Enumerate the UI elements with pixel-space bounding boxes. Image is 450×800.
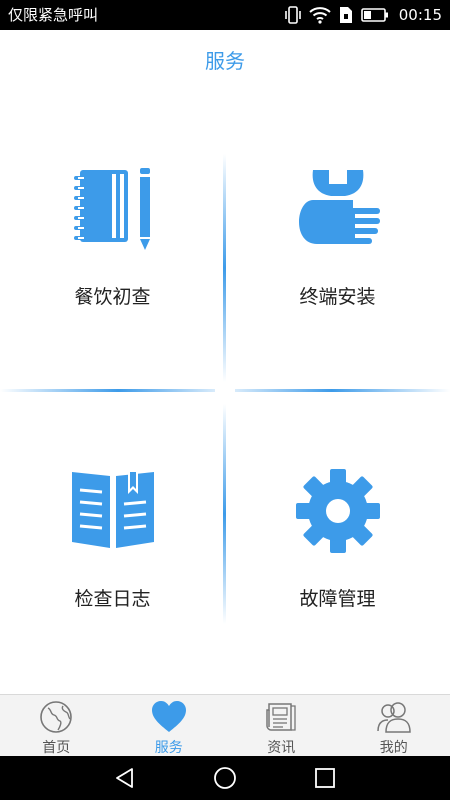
status-time: 00:15 — [398, 6, 442, 24]
grid-item-label: 餐饮初查 — [74, 286, 151, 308]
carrier-status-text: 仅限紧急呼叫 — [8, 6, 99, 24]
system-nav-bar — [0, 756, 450, 800]
gear-icon — [295, 469, 380, 553]
hand-wrench-icon — [298, 170, 380, 244]
globe-icon — [40, 701, 73, 733]
grid-item-label: 故障管理 — [299, 588, 376, 610]
sim-icon — [339, 7, 352, 23]
users-icon — [377, 702, 411, 733]
service-grid: 餐饮初查 终端安装 检查日志 故障管理 — [0, 94, 450, 694]
status-bar: 仅限紧急呼叫 00:15 — [0, 0, 450, 30]
tab-label: 资讯 — [267, 740, 296, 756]
tab-mine[interactable]: 我的 — [338, 695, 450, 756]
grid-item-fault-management[interactable]: 故障管理 — [225, 394, 450, 694]
grid-item-catering-inspection[interactable]: 餐饮初查 — [0, 94, 225, 394]
notebook-pencil-icon — [73, 168, 150, 250]
vibrate-icon — [284, 6, 301, 24]
grid-item-inspection-log[interactable]: 检查日志 — [0, 394, 225, 694]
open-book-icon — [71, 470, 154, 548]
tab-home[interactable]: 首页 — [0, 695, 113, 756]
grid-item-label: 终端安装 — [299, 286, 376, 308]
wifi-icon — [309, 7, 331, 24]
tab-service[interactable]: 服务 — [113, 695, 226, 756]
tab-label: 首页 — [42, 740, 71, 756]
grid-item-terminal-install[interactable]: 终端安装 — [225, 94, 450, 394]
tab-label: 服务 — [154, 740, 183, 756]
home-icon[interactable] — [213, 766, 237, 790]
page-header: 服务 — [0, 30, 450, 94]
battery-icon — [360, 8, 388, 22]
grid-item-label: 检查日志 — [74, 588, 151, 610]
page-title: 服务 — [205, 49, 245, 73]
status-icons: 00:15 — [284, 4, 442, 26]
heart-icon — [151, 701, 186, 732]
back-icon[interactable] — [113, 766, 137, 790]
newspaper-icon — [266, 703, 296, 731]
tab-label: 我的 — [379, 740, 408, 756]
tab-news[interactable]: 资讯 — [225, 695, 338, 756]
recent-apps-icon[interactable] — [313, 766, 337, 790]
bottom-tab-bar: 首页 服务 资讯 我的 — [0, 694, 450, 756]
